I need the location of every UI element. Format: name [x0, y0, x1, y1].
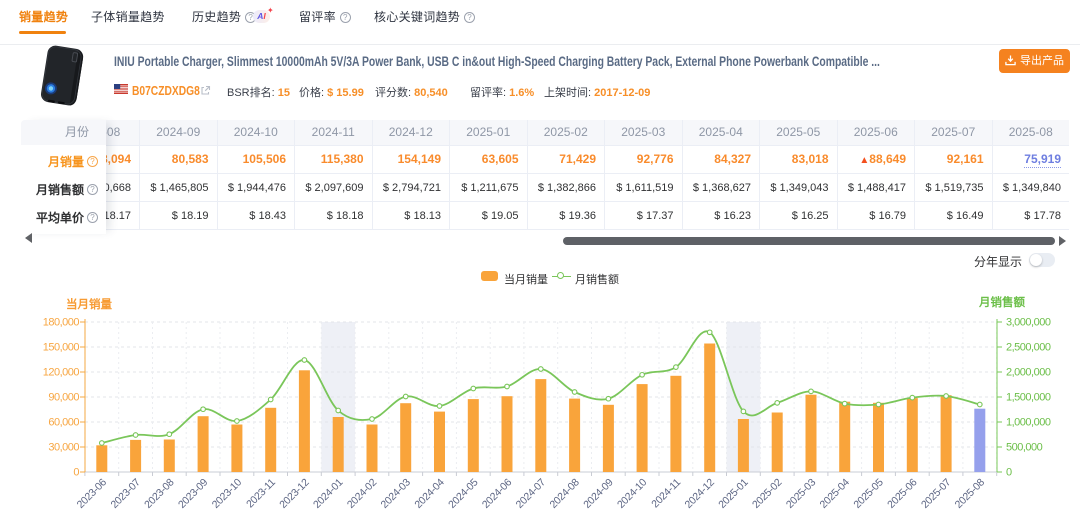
svg-text:2023-07: 2023-07: [108, 476, 143, 511]
svg-text:1,000,000: 1,000,000: [1006, 417, 1051, 429]
svg-text:2025-05: 2025-05: [851, 476, 886, 511]
svg-text:2023-06: 2023-06: [75, 476, 110, 511]
svg-text:30,000: 30,000: [48, 442, 79, 454]
svg-text:2025-07: 2025-07: [919, 476, 954, 511]
svg-text:0: 0: [1006, 467, 1012, 479]
svg-text:2024-11: 2024-11: [649, 476, 683, 510]
svg-text:2024-01: 2024-01: [311, 476, 346, 511]
svg-text:500,000: 500,000: [1006, 442, 1043, 454]
svg-text:2023-11: 2023-11: [244, 476, 278, 510]
svg-text:90,000: 90,000: [48, 392, 79, 404]
svg-text:2024-09: 2024-09: [581, 476, 616, 511]
svg-text:0: 0: [73, 467, 79, 479]
svg-text:2024-06: 2024-06: [480, 476, 515, 511]
svg-text:2023-08: 2023-08: [142, 476, 177, 511]
svg-text:2023-12: 2023-12: [277, 476, 312, 511]
svg-text:2023-09: 2023-09: [176, 476, 211, 511]
svg-text:2024-03: 2024-03: [379, 476, 414, 511]
svg-text:1,500,000: 1,500,000: [1006, 392, 1051, 404]
svg-text:2025-06: 2025-06: [885, 476, 920, 511]
svg-text:2024-02: 2024-02: [345, 476, 380, 511]
svg-text:2024-12: 2024-12: [683, 476, 718, 511]
svg-text:2025-01: 2025-01: [716, 476, 751, 511]
svg-text:2025-03: 2025-03: [784, 476, 819, 511]
svg-text:2024-05: 2024-05: [446, 476, 481, 511]
svg-text:3,000,000: 3,000,000: [1006, 317, 1051, 329]
svg-text:当月销量: 当月销量: [66, 297, 112, 311]
svg-text:2025-08: 2025-08: [953, 476, 988, 511]
svg-text:月销售额: 月销售额: [978, 295, 1025, 309]
svg-text:2025-04: 2025-04: [818, 476, 853, 511]
svg-text:2,000,000: 2,000,000: [1006, 367, 1051, 379]
svg-text:2024-08: 2024-08: [547, 476, 582, 511]
svg-text:150,000: 150,000: [43, 342, 80, 354]
svg-text:180,000: 180,000: [43, 317, 80, 329]
svg-text:120,000: 120,000: [43, 367, 80, 379]
svg-text:2023-10: 2023-10: [210, 476, 245, 511]
svg-text:2,500,000: 2,500,000: [1006, 342, 1051, 354]
svg-text:2024-04: 2024-04: [412, 476, 447, 511]
svg-text:2024-10: 2024-10: [615, 476, 650, 511]
svg-text:60,000: 60,000: [48, 417, 79, 429]
svg-text:2025-02: 2025-02: [750, 476, 785, 511]
svg-text:2024-07: 2024-07: [514, 476, 549, 511]
